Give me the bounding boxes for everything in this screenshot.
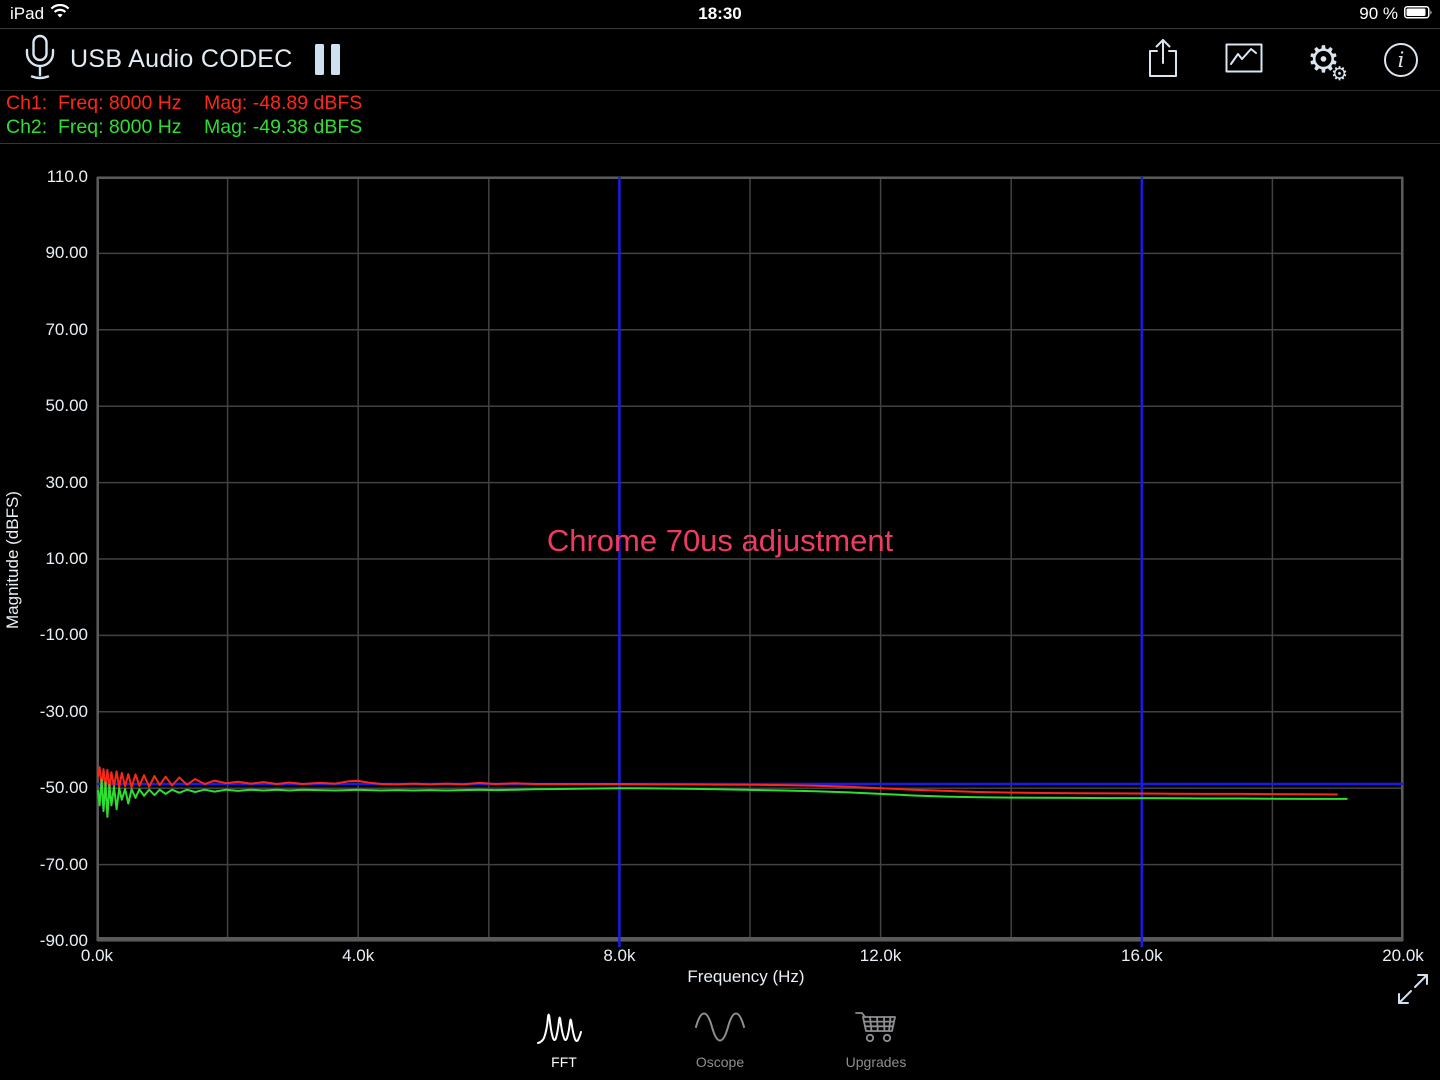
battery-percent: 90 %: [1359, 4, 1398, 23]
y-tick-label: -50.00: [39, 778, 88, 798]
x-tick-label: 16.0k: [1121, 946, 1163, 965]
y-tick-label: 30.00: [45, 472, 88, 492]
tab-oscope-label: Oscope: [695, 1054, 745, 1070]
ch2-label: Ch2:: [6, 115, 48, 138]
settings-gear-icon[interactable]: ⚙ ⚙: [1307, 41, 1348, 84]
y-tick-label: 50.00: [45, 396, 88, 416]
x-tick-label: 4.0k: [342, 946, 375, 965]
ch1-frequency: Freq: 8000 Hz: [58, 91, 182, 114]
app-screen: iPad 18:30 90 % USB Audio CODEC ⚙ ⚙ i Ch…: [0, 0, 1440, 1080]
tab-upgrades[interactable]: Upgrades: [798, 1008, 954, 1070]
y-tick-label: -10.00: [39, 625, 88, 645]
battery-icon: [1404, 4, 1432, 24]
status-bar: iPad 18:30 90 %: [0, 0, 1440, 29]
chart-icon[interactable]: [1225, 43, 1263, 76]
microphone-icon[interactable]: [22, 34, 58, 85]
expand-icon[interactable]: [1394, 970, 1432, 1013]
fft-spectrum-icon: [536, 1008, 592, 1049]
y-tick-label: -30.00: [39, 701, 88, 721]
device-title: USB Audio CODEC: [70, 45, 293, 73]
y-axis-title: Magnitude (dBFS): [3, 491, 22, 629]
tab-fft-label: FFT: [551, 1054, 577, 1070]
ch2-readout: Ch2: Freq: 8000 Hz Mag: -49.38 dBFS: [0, 115, 1440, 139]
toolbar: USB Audio CODEC ⚙ ⚙ i: [0, 29, 1440, 91]
sine-wave-icon: [694, 1008, 746, 1049]
pause-button[interactable]: [314, 44, 340, 75]
clock: 18:30: [698, 4, 742, 23]
tab-fft[interactable]: FFT: [486, 1008, 642, 1070]
info-icon[interactable]: i: [1384, 42, 1418, 77]
ch2-magnitude: Mag: -49.38 dBFS: [204, 115, 363, 138]
y-tick-label: 70.00: [45, 319, 88, 339]
x-tick-label: 0.0k: [80, 946, 114, 965]
shopping-cart-icon: [853, 1008, 899, 1049]
y-tick-label: 10.00: [45, 549, 88, 568]
y-tick-label: 110.0: [46, 167, 88, 186]
ch1-label: Ch1:: [6, 91, 48, 114]
x-tick-label: 20.0k: [1382, 946, 1424, 965]
chart-annotation: Chrome 70us adjustment: [546, 523, 894, 558]
channel-readouts: Ch1: Freq: 8000 Hz Mag: -48.89 dBFS Ch2:…: [0, 91, 1440, 144]
x-tick-label: 12.0k: [859, 946, 902, 965]
ch2-frequency: Freq: 8000 Hz: [58, 115, 182, 138]
x-axis-title: Frequency (Hz): [687, 967, 805, 986]
y-tick-label: 90.00: [45, 243, 88, 263]
y-tick-label: -70.00: [39, 854, 88, 874]
ch1-magnitude: Mag: -48.89 dBFS: [204, 91, 363, 114]
ch1-readout: Ch1: Freq: 8000 Hz Mag: -48.89 dBFS: [0, 91, 1440, 115]
tab-bar: FFT Oscope Upgrades: [486, 1008, 954, 1070]
x-tick-label: 8.0k: [603, 946, 636, 965]
tab-upgrades-label: Upgrades: [845, 1054, 907, 1070]
fft-plot[interactable]: [96, 176, 1404, 947]
share-icon[interactable]: [1145, 37, 1181, 82]
tab-oscope[interactable]: Oscope: [642, 1008, 798, 1070]
